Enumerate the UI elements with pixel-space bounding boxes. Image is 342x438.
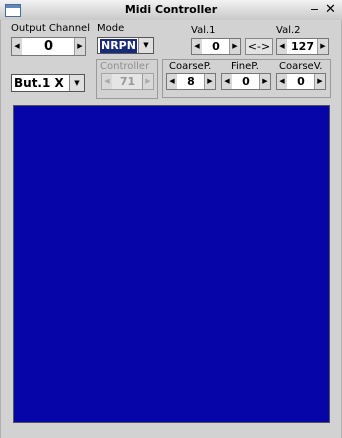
coarse-p-spinner[interactable]: ◀ 8 ▶ [166,73,216,90]
title-bar: Midi Controller ‒ ✕ [0,0,342,21]
val2-spinner[interactable]: ◀ 127 ▶ [276,38,329,55]
coarse-v-spinner[interactable]: ◀ 0 ▶ [276,73,326,90]
chevron-right-icon: ▶ [142,74,153,89]
chevron-right-icon[interactable]: ▶ [229,39,240,54]
chevron-right-icon[interactable]: ▶ [74,38,85,55]
mode-select[interactable]: NRPN ▼ [97,37,154,54]
button-select-selected[interactable]: But.1 X [14,76,64,90]
chevron-right-icon[interactable]: ▶ [204,74,215,89]
output-channel-spinner[interactable]: ◀ 0 ▶ [11,37,86,56]
window-title: Midi Controller [124,3,218,16]
chevron-right-icon[interactable]: ▶ [314,74,325,89]
fine-p-label: FineP. [231,61,259,72]
val2-value[interactable]: 127 [287,39,318,54]
val1-spinner[interactable]: ◀ 0 ▶ [191,38,241,55]
button-select[interactable]: But.1 X ▼ [11,74,85,92]
xy-controller-pad[interactable] [13,105,330,423]
swap-values-button[interactable]: <-> [245,38,273,55]
coarse-p-label: CoarseP. [169,61,212,72]
coarse-p-value[interactable]: 8 [177,74,205,89]
minimize-button[interactable]: ‒ [307,3,322,17]
fine-p-spinner[interactable]: ◀ 0 ▶ [221,73,271,90]
controller-spinner: ◀ 71 ▶ [101,73,154,90]
output-channel-value[interactable]: 0 [22,38,75,55]
mode-selected[interactable]: NRPN [100,39,137,53]
mode-label: Mode [97,23,125,34]
output-channel-label: Output Channel [11,23,90,34]
close-button[interactable]: ✕ [323,3,338,17]
controller-value: 71 [112,74,143,89]
coarse-v-label: CoarseV. [279,61,323,72]
controller-label: Controller [100,61,150,72]
chevron-right-icon[interactable]: ▶ [259,74,270,89]
chevron-down-icon[interactable]: ▼ [138,38,153,53]
coarse-v-value[interactable]: 0 [287,74,315,89]
val1-label: Val.1 [191,25,216,36]
val1-value[interactable]: 0 [202,39,230,54]
chevron-right-icon[interactable]: ▶ [317,39,328,54]
chevron-down-icon[interactable]: ▼ [69,75,84,91]
val2-label: Val.2 [276,25,301,36]
fine-p-value[interactable]: 0 [232,74,260,89]
